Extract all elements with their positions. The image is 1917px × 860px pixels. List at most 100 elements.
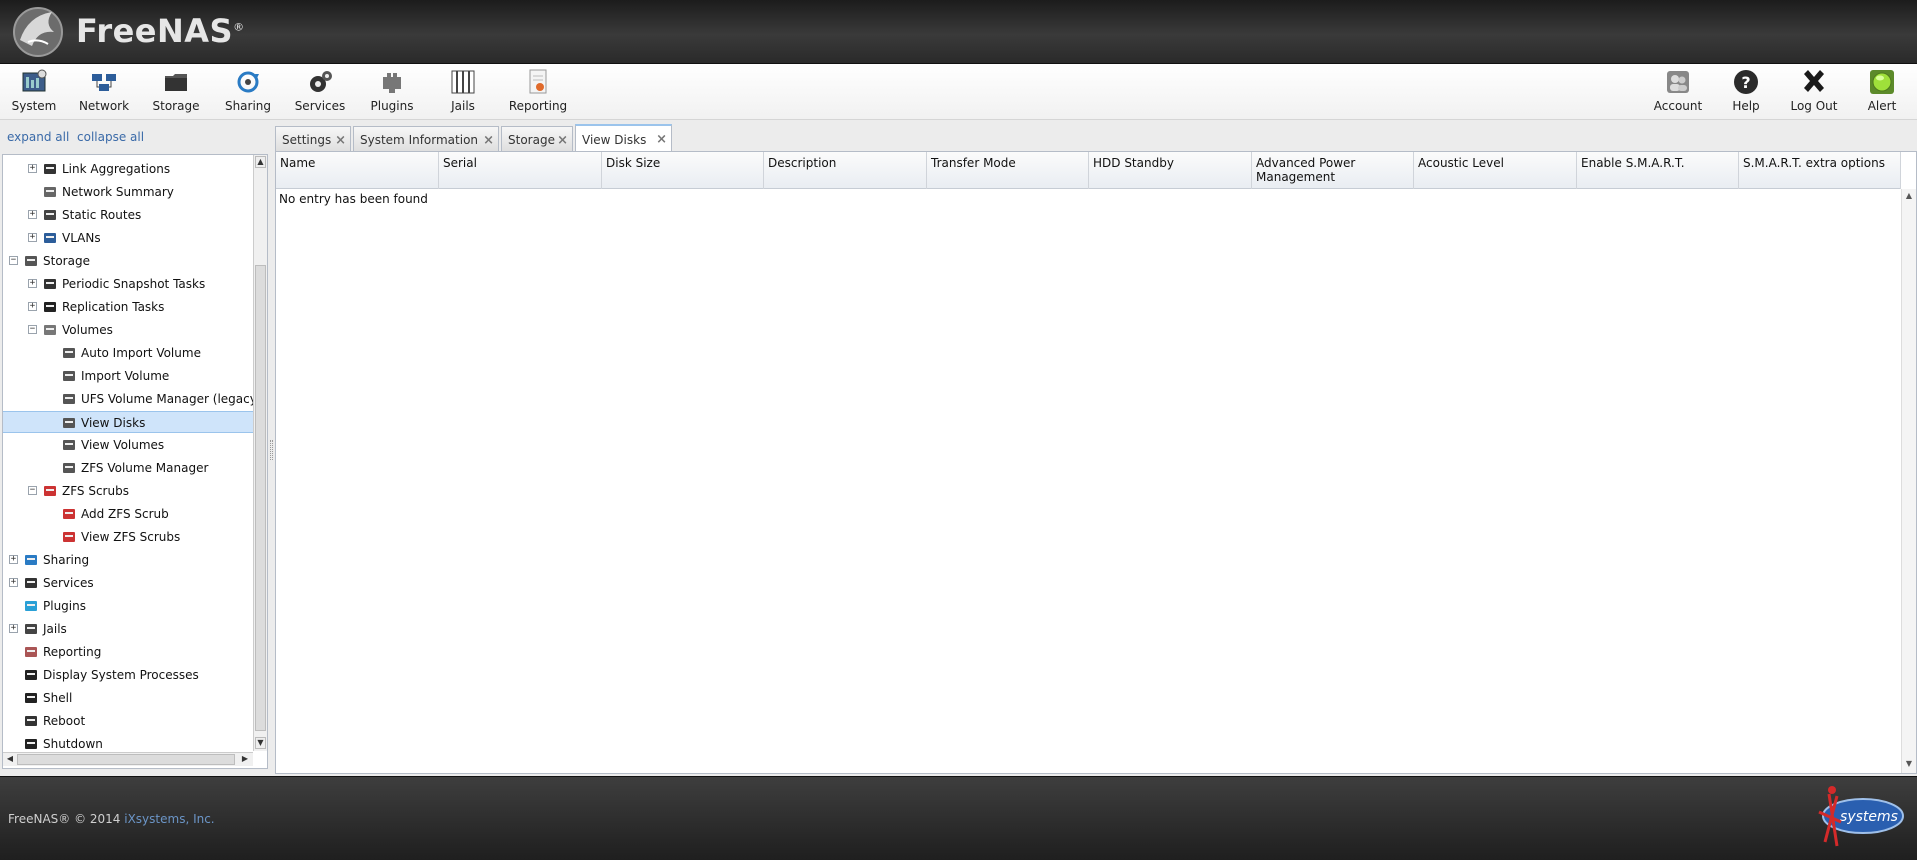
reboot-icon — [25, 716, 37, 726]
tree-item-link-aggregations[interactable]: + Link Aggregations — [3, 158, 253, 180]
tree-item-zfs-volume-manager[interactable]: ZFS Volume Manager — [3, 457, 253, 479]
tree-item-reporting[interactable]: Reporting — [3, 641, 253, 663]
tree-item-add-zfs-scrub[interactable]: Add ZFS Scrub — [3, 503, 253, 525]
tree-item-network-summary[interactable]: Network Summary — [3, 181, 253, 203]
jails-icon — [451, 70, 475, 94]
tree-item-import-volume[interactable]: Import Volume — [3, 365, 253, 387]
grid-vertical-scrollbar[interactable]: ▲ ▼ — [1901, 189, 1916, 773]
tree-item-label: Jails — [43, 622, 67, 636]
scroll-down-arrow-icon[interactable]: ▼ — [1904, 759, 1914, 769]
tree-item-zfs-scrubs[interactable]: − ZFS Scrubs — [3, 480, 253, 502]
expand-toggle-icon[interactable]: + — [28, 164, 37, 173]
column-header-name[interactable]: Name — [276, 152, 439, 189]
toolbar-plugins-button[interactable]: Plugins — [358, 68, 426, 118]
close-icon[interactable]: × — [483, 133, 494, 148]
expand-toggle-icon[interactable]: + — [28, 279, 37, 288]
column-header-enable-smart[interactable]: Enable S.M.A.R.T. — [1577, 152, 1739, 189]
tab-view-disks[interactable]: View Disks × — [575, 124, 672, 153]
tab-storage[interactable]: Storage × — [501, 126, 573, 152]
tree-item-storage[interactable]: − Storage — [3, 250, 253, 272]
calendar-add-icon — [63, 509, 75, 519]
expand-toggle-icon[interactable]: + — [9, 624, 18, 633]
collapse-toggle-icon[interactable]: − — [28, 325, 37, 334]
tree-item-reboot[interactable]: Reboot — [3, 710, 253, 732]
toolbar-jails-button[interactable]: Jails — [429, 68, 497, 118]
expand-toggle-icon[interactable]: + — [9, 555, 18, 564]
tree-item-label: Static Routes — [62, 208, 142, 222]
toolbar-reporting-button[interactable]: Reporting — [504, 68, 572, 118]
tree-item-view-zfs-scrubs[interactable]: View ZFS Scrubs — [3, 526, 253, 548]
toolbar-network-button[interactable]: Network — [70, 68, 138, 118]
expand-toggle-icon[interactable]: + — [28, 302, 37, 311]
scroll-up-arrow-icon[interactable]: ▲ — [1904, 191, 1914, 201]
column-header-serial[interactable]: Serial — [439, 152, 602, 189]
expand-all-link[interactable]: expand all — [7, 130, 69, 144]
toolbar-logout-button[interactable]: Log Out — [1780, 68, 1848, 118]
folder-icon — [25, 256, 37, 266]
tree-horizontal-scrollbar[interactable]: ◀ ▶ — [3, 752, 253, 766]
tree-hscroll-thumb[interactable] — [17, 754, 235, 765]
tree-vertical-scrollbar[interactable]: ▲ ▼ — [253, 155, 267, 751]
column-header-smart-extra-options[interactable]: S.M.A.R.T. extra options — [1739, 152, 1901, 189]
tree-item-plugins[interactable]: Plugins — [3, 595, 253, 617]
ixsystems-link[interactable]: iXsystems, Inc. — [124, 812, 214, 826]
tree-item-static-routes[interactable]: + Static Routes — [3, 204, 253, 226]
toolbar-help-button[interactable]: ? Help — [1712, 68, 1780, 118]
scroll-left-arrow-icon[interactable]: ◀ — [4, 754, 16, 765]
scroll-up-arrow-icon[interactable]: ▲ — [255, 156, 266, 168]
toolbar-alert-button[interactable]: Alert — [1848, 68, 1916, 118]
tree-item-services[interactable]: + Services — [3, 572, 253, 594]
column-header-transfer-mode[interactable]: Transfer Mode — [927, 152, 1089, 189]
column-header-hdd-standby[interactable]: HDD Standby — [1089, 152, 1252, 189]
scroll-down-arrow-icon[interactable]: ▼ — [255, 737, 266, 749]
panel-splitter-handle[interactable] — [270, 440, 273, 460]
svg-text:?: ? — [1741, 73, 1750, 92]
close-icon[interactable]: × — [335, 133, 346, 148]
tree-item-replication-tasks[interactable]: + Replication Tasks — [3, 296, 253, 318]
snapshot-icon — [44, 279, 56, 289]
tree-item-label: View ZFS Scrubs — [81, 530, 181, 544]
tab-settings[interactable]: Settings × — [275, 126, 351, 152]
toolbar-storage-button[interactable]: Storage — [142, 68, 210, 118]
grid-header: Name Serial Disk Size Description Transf… — [276, 152, 1901, 189]
tree-item-sharing[interactable]: + Sharing — [3, 549, 253, 571]
tree-scroll-thumb[interactable] — [255, 265, 266, 731]
tree-item-periodic-snapshot-tasks[interactable]: + Periodic Snapshot Tasks — [3, 273, 253, 295]
tree-item-vlans[interactable]: + VLANs — [3, 227, 253, 249]
freenas-shark-icon — [13, 7, 63, 57]
tree-item-shell[interactable]: Shell — [3, 687, 253, 709]
tree-item-label: Plugins — [43, 599, 86, 613]
column-header-description[interactable]: Description — [764, 152, 927, 189]
expand-toggle-icon[interactable]: + — [28, 233, 37, 242]
collapse-toggle-icon[interactable]: − — [28, 486, 37, 495]
services-icon — [25, 578, 37, 588]
column-header-advanced-power-management[interactable]: Advanced Power Management — [1252, 152, 1414, 189]
tab-system-information-label: System Information — [360, 132, 479, 147]
toolbar-logout-label: Log Out — [1790, 99, 1838, 113]
column-header-disk-size[interactable]: Disk Size — [602, 152, 764, 189]
tree-item-jails[interactable]: + Jails — [3, 618, 253, 640]
tree-item-volumes[interactable]: − Volumes — [3, 319, 253, 341]
tree-item-display-system-processes[interactable]: Display System Processes — [3, 664, 253, 686]
empty-grid-message: No entry has been found — [279, 192, 428, 206]
tab-system-information[interactable]: System Information × — [353, 126, 499, 152]
expand-toggle-icon[interactable]: + — [28, 210, 37, 219]
toolbar-services-button[interactable]: Services — [286, 68, 354, 118]
scroll-right-arrow-icon[interactable]: ▶ — [239, 754, 251, 765]
toolbar-system-button[interactable]: System — [0, 68, 68, 118]
column-header-acoustic-level[interactable]: Acoustic Level — [1414, 152, 1577, 189]
toolbar-account-button[interactable]: Account — [1644, 68, 1712, 118]
expand-toggle-icon[interactable]: + — [9, 578, 18, 587]
tree-item-label: Services — [43, 576, 94, 590]
tree-item-view-volumes[interactable]: View Volumes — [3, 434, 253, 456]
tree-item-ufs-volume-manager-legacy[interactable]: UFS Volume Manager (legacy) — [3, 388, 253, 410]
close-icon[interactable]: × — [656, 132, 667, 147]
collapse-toggle-icon[interactable]: − — [9, 256, 18, 265]
toolbar-sharing-button[interactable]: Sharing — [214, 68, 282, 118]
toolbar-storage-label: Storage — [152, 99, 200, 113]
tree-item-view-disks[interactable]: View Disks — [3, 411, 253, 433]
collapse-all-link[interactable]: collapse all — [77, 130, 144, 144]
close-icon[interactable]: × — [557, 133, 568, 148]
tree-item-auto-import-volume[interactable]: Auto Import Volume — [3, 342, 253, 364]
tree-item-label: Periodic Snapshot Tasks — [62, 277, 206, 291]
